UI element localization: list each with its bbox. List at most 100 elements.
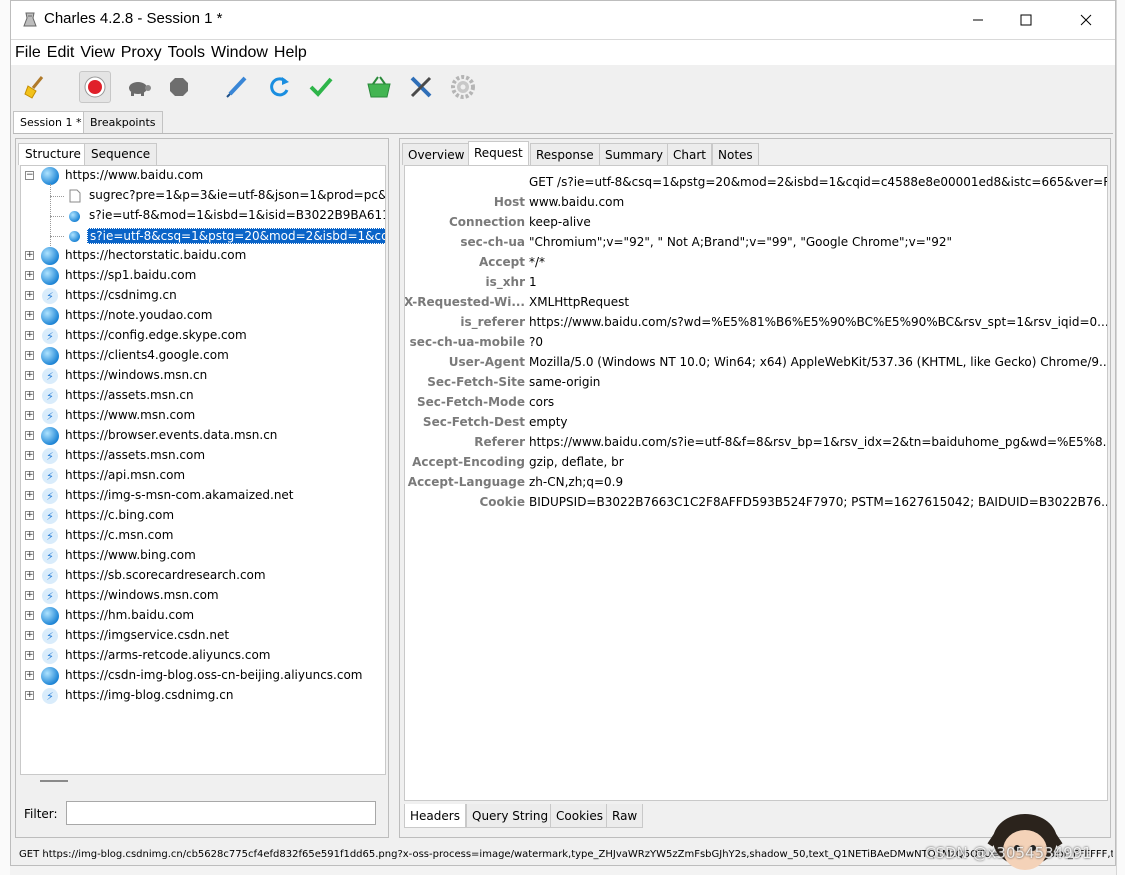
collapse-toggle[interactable]: − <box>25 171 34 180</box>
tree-host-row[interactable]: + ⚡ https://c.msn.com <box>21 526 385 546</box>
expand-toggle[interactable]: + <box>25 691 34 700</box>
compose-button[interactable] <box>221 71 253 103</box>
tree-host-row[interactable]: + ⚡ https://www.bing.com <box>21 546 385 566</box>
expand-toggle[interactable]: + <box>25 671 34 680</box>
header-row[interactable]: Host www.baidu.com <box>405 192 1107 212</box>
menu-file[interactable]: File <box>15 44 47 62</box>
tree-host-row[interactable]: + ⚡ https://config.edge.skype.com <box>21 326 385 346</box>
tab-session-1[interactable]: Session 1 * <box>13 111 89 133</box>
expand-toggle[interactable]: + <box>25 451 34 460</box>
expand-toggle[interactable]: + <box>25 571 34 580</box>
tab-summary[interactable]: Summary <box>599 143 669 165</box>
expand-toggle[interactable]: + <box>25 491 34 500</box>
tree-host-row[interactable]: + ⚡ https://img-s-msn-com.akamaized.net <box>21 486 385 506</box>
expand-toggle[interactable]: + <box>25 271 34 280</box>
tab-response[interactable]: Response <box>530 143 600 165</box>
tab-notes[interactable]: Notes <box>712 143 759 165</box>
header-row[interactable]: Accept-Encoding gzip, deflate, br <box>405 452 1107 472</box>
expand-toggle[interactable]: + <box>25 591 34 600</box>
tab-headers[interactable]: Headers <box>404 804 466 828</box>
tree-host-row[interactable]: + ⚡ https://csdnimg.cn <box>21 286 385 306</box>
header-row[interactable]: is_xhr 1 <box>405 272 1107 292</box>
tree-host-row[interactable]: + https://hm.baidu.com <box>21 606 385 626</box>
repeat-button[interactable] <box>263 71 295 103</box>
expand-toggle[interactable]: + <box>25 411 34 420</box>
header-row[interactable]: Sec-Fetch-Dest empty <box>405 412 1107 432</box>
header-row[interactable]: Sec-Fetch-Mode cors <box>405 392 1107 412</box>
tab-cookies[interactable]: Cookies <box>550 804 609 828</box>
tree-host-row[interactable]: + https://clients4.google.com <box>21 346 385 366</box>
expand-toggle[interactable]: + <box>25 511 34 520</box>
tab-overview[interactable]: Overview <box>402 143 471 165</box>
tree-host-row[interactable]: + https://hectorstatic.baidu.com <box>21 246 385 266</box>
tree-host-row[interactable]: + ⚡ https://api.msn.com <box>21 466 385 486</box>
breakpoints-button[interactable] <box>163 71 195 103</box>
expand-toggle[interactable]: + <box>25 251 34 260</box>
expand-toggle[interactable]: + <box>25 631 34 640</box>
minimize-button[interactable] <box>955 1 1001 39</box>
tree-host-row[interactable]: + ⚡ https://assets.msn.com <box>21 446 385 466</box>
header-row[interactable]: User-Agent Mozilla/5.0 (Windows NT 10.0; … <box>405 352 1107 372</box>
menu-proxy[interactable]: Proxy <box>121 44 168 62</box>
throttle-button[interactable] <box>123 71 155 103</box>
menu-edit[interactable]: Edit <box>47 44 81 62</box>
tab-query-string[interactable]: Query String <box>466 804 555 828</box>
tree-child-row[interactable]: sugrec?pre=1&p=3&ie=utf-8&json=1&prod=pc… <box>21 186 385 206</box>
tree-child-row-selected[interactable]: s?ie=utf-8&csq=1&pstg=20&mod=2&isbd=1&cq… <box>21 226 385 246</box>
tree-host-row[interactable]: + ⚡ https://img-blog.csdnimg.cn <box>21 686 385 706</box>
expand-toggle[interactable]: + <box>25 391 34 400</box>
maximize-button[interactable] <box>1003 1 1049 39</box>
clear-session-button[interactable] <box>19 71 51 103</box>
tab-breakpoints[interactable]: Breakpoints <box>83 111 163 133</box>
expand-toggle[interactable]: + <box>25 611 34 620</box>
header-row[interactable]: sec-ch-ua-mobile ?0 <box>405 332 1107 352</box>
header-row[interactable]: Accept-Language zh-CN,zh;q=0.9 <box>405 472 1107 492</box>
expand-toggle[interactable]: + <box>25 651 34 660</box>
tree-host-row[interactable]: + https://sp1.baidu.com <box>21 266 385 286</box>
tree-host-row[interactable]: + https://note.youdao.com <box>21 306 385 326</box>
tree-host-row[interactable]: + ⚡ https://windows.msn.com <box>21 586 385 606</box>
header-row[interactable]: Cookie BIDUPSID=B3022B7663C1C2F8AFFD593B5… <box>405 492 1107 512</box>
expand-toggle[interactable]: + <box>25 431 34 440</box>
header-row[interactable]: Referer https://www.baidu.com/s?ie=utf-8&… <box>405 432 1107 452</box>
tree-host-row[interactable]: + ⚡ https://assets.msn.cn <box>21 386 385 406</box>
scrollbar-thumb[interactable] <box>40 780 68 782</box>
tab-sequence[interactable]: Sequence <box>84 143 158 165</box>
expand-toggle[interactable]: + <box>25 351 34 360</box>
tree-host-row[interactable]: + ⚡ https://imgservice.csdn.net <box>21 626 385 646</box>
tree-root-row[interactable]: − https://www.baidu.com <box>21 166 385 186</box>
tree-child-row[interactable]: s?ie=utf-8&mod=1&isbd=1&isid=B3022B9BA61… <box>21 206 385 226</box>
expand-toggle[interactable]: + <box>25 291 34 300</box>
tab-chart[interactable]: Chart <box>667 143 712 165</box>
tools-button[interactable] <box>405 71 437 103</box>
tab-structure[interactable]: Structure <box>18 143 88 165</box>
menu-tools[interactable]: Tools <box>168 44 211 62</box>
horizontal-scrollbar[interactable] <box>20 775 386 787</box>
expand-toggle[interactable]: + <box>25 471 34 480</box>
header-row[interactable]: sec-ch-ua "Chromium";v="92", " Not A;Bran… <box>405 232 1107 252</box>
header-row[interactable]: is_referer https://www.baidu.com/s?wd=%E5… <box>405 312 1107 332</box>
filter-input[interactable] <box>66 801 376 825</box>
tab-raw[interactable]: Raw <box>606 804 644 828</box>
record-button[interactable] <box>79 71 111 103</box>
tree-host-row[interactable]: + ⚡ https://c.bing.com <box>21 506 385 526</box>
menu-window[interactable]: Window <box>211 44 274 62</box>
expand-toggle[interactable]: + <box>25 331 34 340</box>
expand-toggle[interactable]: + <box>25 551 34 560</box>
validate-button[interactable] <box>305 71 337 103</box>
header-row[interactable]: Accept */* <box>405 252 1107 272</box>
tree-host-row[interactable]: + https://csdn-img-blog.oss-cn-beijing.al… <box>21 666 385 686</box>
tree-host-row[interactable]: + ⚡ https://arms-retcode.aliyuncs.com <box>21 646 385 666</box>
tree-host-row[interactable]: + ⚡ https://sb.scorecardresearch.com <box>21 566 385 586</box>
expand-toggle[interactable]: + <box>25 531 34 540</box>
header-row[interactable]: Sec-Fetch-Site same-origin <box>405 372 1107 392</box>
tab-request[interactable]: Request <box>468 141 529 165</box>
shopping-button[interactable] <box>363 71 395 103</box>
header-row[interactable]: X-Requested-Wi... XMLHttpRequest <box>405 292 1107 312</box>
tree-host-row[interactable]: + ⚡ https://www.msn.com <box>21 406 385 426</box>
menu-help[interactable]: Help <box>274 44 313 62</box>
header-row[interactable]: Connection keep-alive <box>405 212 1107 232</box>
expand-toggle[interactable]: + <box>25 311 34 320</box>
tree-host-row[interactable]: + ⚡ https://windows.msn.cn <box>21 366 385 386</box>
tree-host-row[interactable]: + https://browser.events.data.msn.cn <box>21 426 385 446</box>
